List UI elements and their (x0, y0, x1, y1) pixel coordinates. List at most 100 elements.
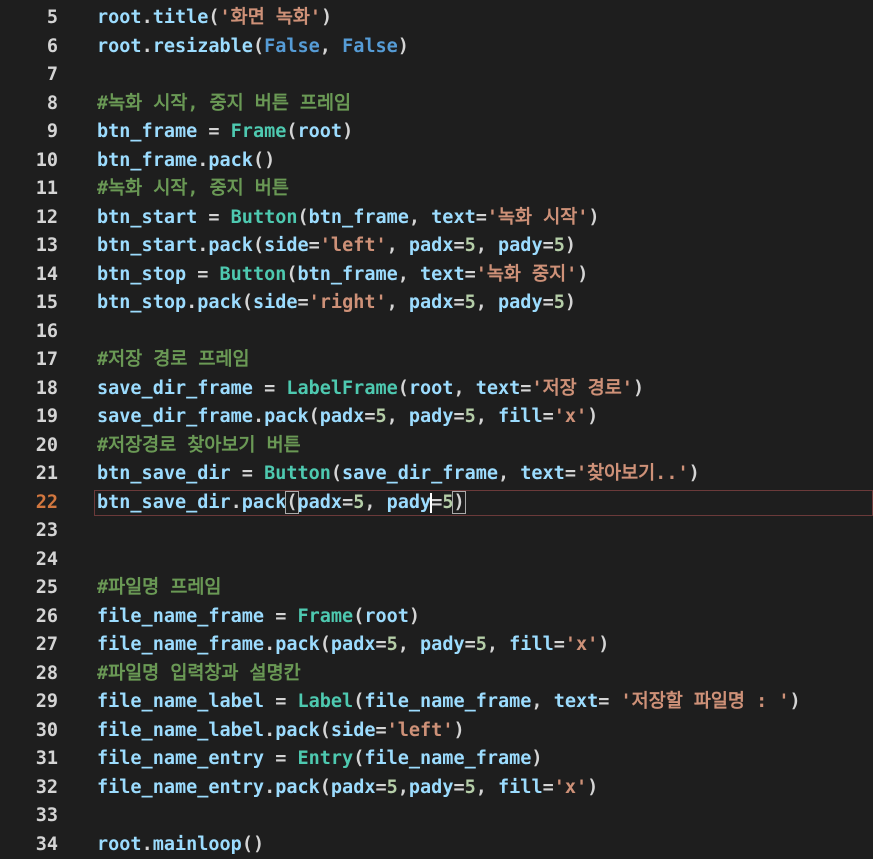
line-number: 6 (0, 33, 58, 62)
code-token-plain: , (476, 292, 498, 313)
code-text: #저장 경로 프레임 (97, 346, 250, 375)
line-number: 33 (0, 802, 58, 831)
code-token-plain: = (565, 463, 576, 484)
code-token-variable: root (97, 7, 142, 28)
code-line[interactable]: 23 (0, 517, 873, 546)
code-line[interactable]: 12btn_start = Button(btn_frame, text='녹화… (0, 204, 873, 233)
code-line[interactable]: 6root.resizable(False, False) (0, 33, 873, 62)
code-token-keyword: False (264, 36, 320, 57)
code-token-plain: ( (242, 292, 253, 313)
code-line[interactable]: 30file_name_label.pack(side='left') (0, 717, 873, 746)
code-token-variable: pady (409, 777, 454, 798)
line-number: 29 (0, 688, 58, 717)
code-line[interactable]: 9btn_frame = Frame(root) (0, 118, 873, 147)
line-number: 25 (0, 574, 58, 603)
code-line[interactable]: 31file_name_entry = Entry(file_name_fram… (0, 745, 873, 774)
code-line[interactable]: 26file_name_frame = Frame(root) (0, 603, 873, 632)
code-line[interactable]: 25 #파일명 프레임 (0, 574, 873, 603)
code-line[interactable]: 11#녹화 시작, 중지 버튼 (0, 175, 873, 204)
line-number: 16 (0, 318, 58, 347)
code-token-variable: pack (275, 777, 320, 798)
code-text: btn_start.pack(side='left', padx=5, pady… (97, 232, 576, 261)
code-token-variable: file_name_frame (97, 634, 264, 655)
code-token-plain: = (197, 121, 230, 142)
code-token-plain: = (375, 720, 386, 741)
code-text: save_dir_frame = LabelFrame(root, text='… (97, 375, 644, 404)
code-token-variable: padx (409, 235, 454, 256)
code-token-class_name: Entry (298, 748, 354, 769)
code-line[interactable]: 14btn_stop = Button(btn_frame, text='녹화 … (0, 261, 873, 290)
code-token-plain: ( (253, 36, 264, 57)
code-token-variable: btn_start (97, 207, 197, 228)
code-token-class_name: Label (298, 691, 354, 712)
code-line[interactable]: 5root.title('화면 녹화') (0, 4, 873, 33)
code-token-plain: = (453, 235, 464, 256)
code-text: #파일명 프레임 (97, 574, 221, 603)
code-token-plain: ( (353, 606, 364, 627)
code-token-string: 'x' (565, 634, 598, 655)
code-line[interactable]: 24 (0, 546, 873, 575)
code-token-plain: , (476, 406, 498, 427)
code-token-plain: = (543, 235, 554, 256)
code-token-plain: ) (633, 378, 644, 399)
code-token-class_name: Button (231, 207, 298, 228)
code-line[interactable]: 19save_dir_frame.pack(padx=5, pady=5, fi… (0, 403, 873, 432)
code-line[interactable]: 17#저장 경로 프레임 (0, 346, 873, 375)
code-line[interactable]: 16 (0, 318, 873, 347)
code-token-plain: , (387, 235, 409, 256)
code-token-variable: btn_save_dir (97, 492, 231, 513)
code-token-variable: pack (275, 720, 320, 741)
code-text: btn_stop = Button(btn_frame, text='녹화 중지… (97, 261, 588, 290)
line-number: 21 (0, 460, 58, 489)
code-line[interactable]: 22btn_save_dir.pack(padx=5, pady=5) (0, 489, 873, 518)
code-token-plain: = (309, 235, 320, 256)
code-token-variable: btn_save_dir (97, 463, 231, 484)
code-line[interactable]: 10btn_frame.pack() (0, 147, 873, 176)
code-line[interactable]: 8#녹화 시작, 중지 버튼 프레임 (0, 90, 873, 119)
code-token-variable: file_name_frame (364, 691, 531, 712)
code-token-variable: text (554, 691, 599, 712)
code-token-variable: root (298, 121, 343, 142)
code-line[interactable]: 27file_name_frame.pack(padx=5, pady=5, f… (0, 631, 873, 660)
code-line[interactable]: 29file_name_label = Label(file_name_fram… (0, 688, 873, 717)
code-token-plain: ) (689, 463, 700, 484)
code-line[interactable]: 28#파일명 입력창과 설명칸 (0, 660, 873, 689)
code-line[interactable]: 18 save_dir_frame = LabelFrame(root, text… (0, 375, 873, 404)
code-token-plain: , (320, 36, 342, 57)
code-line[interactable]: 33 (0, 802, 873, 831)
code-token-plain: = (453, 292, 464, 313)
code-line[interactable]: 7 (0, 61, 873, 90)
code-token-plain: = (197, 207, 230, 228)
line-number: 18 (0, 375, 58, 404)
code-token-plain: = (453, 777, 464, 798)
code-token-plain: ) (409, 606, 420, 627)
code-token-plain: ( (320, 777, 331, 798)
code-token-variable: pady (387, 492, 432, 513)
code-token-variable: root (97, 36, 142, 57)
line-number: 27 (0, 631, 58, 660)
code-token-variable: resizable (153, 36, 253, 57)
code-token-class_name: Frame (298, 606, 354, 627)
code-token-plain: = (264, 691, 297, 712)
code-token-plain: = (375, 634, 386, 655)
code-token-plain: , (398, 264, 420, 285)
code-token-variable: padx (320, 406, 365, 427)
code-token-plain: ) (453, 720, 464, 741)
code-line[interactable]: 13btn_start.pack(side='left', padx=5, pa… (0, 232, 873, 261)
code-line[interactable]: 21btn_save_dir = Button(save_dir_frame, … (0, 460, 873, 489)
line-number: 7 (0, 61, 58, 90)
code-line[interactable]: 32file_name_entry.pack(padx=5,pady=5, fi… (0, 774, 873, 803)
code-token-class_name: Button (220, 264, 287, 285)
code-token-plain: = (253, 378, 286, 399)
code-line[interactable]: 20#저장경로 찾아보기 버튼 (0, 432, 873, 461)
code-text: #저장경로 찾아보기 버튼 (97, 432, 301, 461)
code-token-variable: pack (264, 406, 309, 427)
line-number: 15 (0, 289, 58, 318)
code-token-variable: save_dir_frame (97, 378, 253, 399)
code-token-variable: padx (331, 634, 376, 655)
code-token-variable: root (97, 834, 142, 855)
code-text: save_dir_frame.pack(padx=5, pady=5, fill… (97, 403, 598, 432)
code-line[interactable]: 15btn_stop.pack(side='right', padx=5, pa… (0, 289, 873, 318)
code-token-plain: , (498, 463, 520, 484)
code-editor[interactable]: 5root.title('화면 녹화')6root.resizable(Fals… (0, 0, 873, 855)
